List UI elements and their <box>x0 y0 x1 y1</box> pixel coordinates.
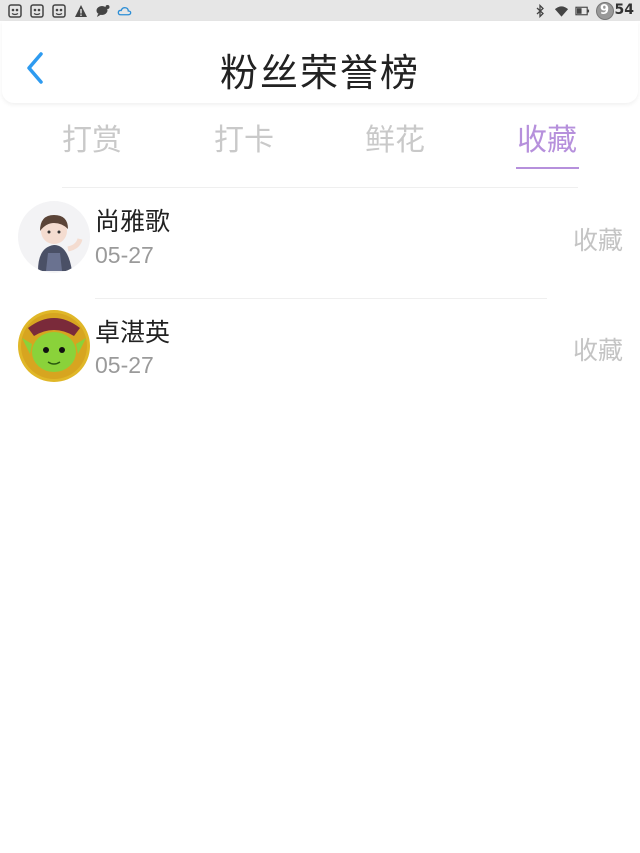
list-item[interactable]: 尚雅歌 05-27 收藏 <box>0 188 640 298</box>
notification-icons <box>7 3 132 18</box>
bluetooth-icon <box>533 4 548 19</box>
clock-hour: 9 <box>595 2 614 20</box>
clock-minutes: 54 <box>614 2 634 18</box>
fan-name: 尚雅歌 <box>95 207 171 236</box>
fan-name: 卓湛英 <box>95 318 171 347</box>
tab-checkin[interactable]: 打卡 <box>214 115 274 159</box>
system-icons: 9 54 <box>533 2 634 20</box>
tab-favorites[interactable]: 收藏 <box>517 115 577 159</box>
warning-icon <box>73 3 88 18</box>
wifi-icon <box>554 4 569 19</box>
green-monster-avatar <box>18 310 90 382</box>
fan-action-type: 收藏 <box>572 336 623 365</box>
app-notification-icon <box>51 3 66 18</box>
tab-bar: 打赏 打卡 鲜花 收藏 <box>0 103 640 173</box>
status-bar: 9 54 <box>0 0 640 21</box>
chat-icon <box>95 3 110 18</box>
tab-tip[interactable]: 打赏 <box>62 115 122 159</box>
app-notification-icon <box>7 3 22 18</box>
fan-action-type: 收藏 <box>572 226 623 255</box>
battery-icon <box>574 4 590 19</box>
clock: 9 54 <box>595 2 634 20</box>
fan-date: 05-27 <box>95 352 154 378</box>
tab-flowers[interactable]: 鲜花 <box>365 115 425 159</box>
top-bar: 粉丝荣誉榜 <box>2 21 638 103</box>
cloud-icon <box>117 3 132 18</box>
active-tab-indicator <box>516 167 579 169</box>
page-title: 粉丝荣誉榜 <box>219 51 420 95</box>
app-notification-icon <box>29 3 44 18</box>
girl-avatar <box>18 201 90 273</box>
fan-date: 05-27 <box>95 242 154 268</box>
list-item[interactable]: 卓湛英 05-27 收藏 <box>0 299 640 409</box>
